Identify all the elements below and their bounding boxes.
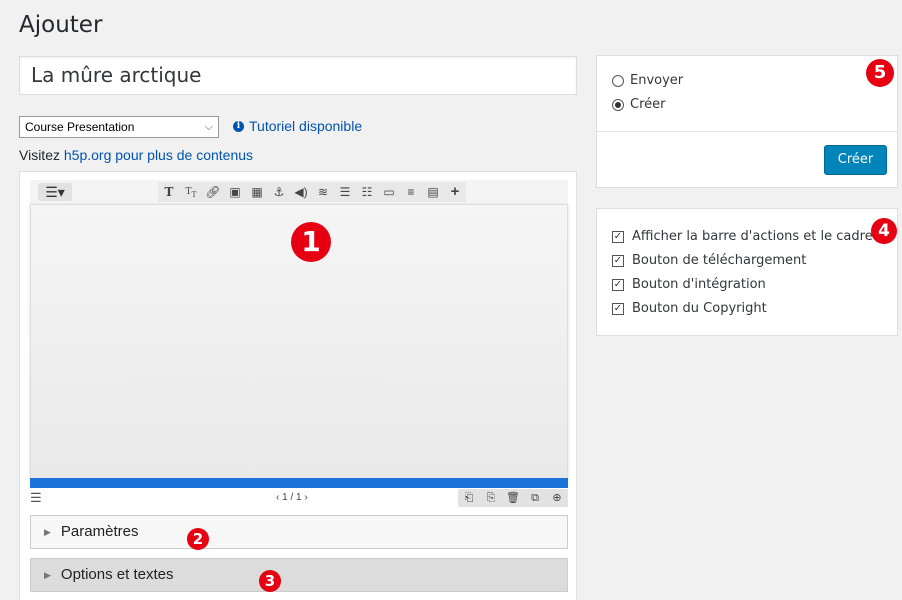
checkbox[interactable]: ✓ bbox=[612, 254, 624, 267]
text-icon[interactable]: T bbox=[158, 182, 180, 202]
callout-1: 1 bbox=[291, 222, 331, 262]
slide-footer: ☰ ‹ 1 / 1 › ⎗ ⎘ 🗑︎ ⧉ ⊕ bbox=[30, 488, 568, 510]
single-choice-icon[interactable]: ☰ bbox=[334, 182, 356, 202]
tutorial-label: Tutoriel disponible bbox=[249, 118, 363, 134]
table-icon[interactable]: ≡ bbox=[400, 182, 422, 202]
page-title: Ajouter bbox=[19, 12, 103, 38]
dialog-cards-icon[interactable]: ▭ bbox=[378, 182, 400, 202]
delete-icon[interactable]: 🗑︎ bbox=[502, 489, 524, 507]
video-icon[interactable]: ▦ bbox=[246, 182, 268, 202]
link-icon[interactable]: 🔗︎ bbox=[202, 182, 224, 202]
caret-right-icon: ▶ bbox=[44, 570, 51, 580]
check-label: Bouton de téléchargement bbox=[632, 253, 807, 268]
create-button[interactable]: Créer bbox=[824, 145, 887, 175]
slide-menu-icon[interactable]: ☰ bbox=[30, 490, 42, 506]
multiple-choice-icon[interactable]: ☷ bbox=[356, 182, 378, 202]
clone-icon[interactable]: ⧉ bbox=[524, 489, 546, 507]
radio-send[interactable] bbox=[612, 74, 624, 87]
params-label: Paramètres bbox=[60, 523, 139, 540]
h5p-link[interactable]: h5p.org pour plus de contenus bbox=[64, 147, 253, 163]
callout-5: 5 bbox=[866, 59, 894, 87]
post-title-input[interactable]: La mûre arctique bbox=[19, 56, 577, 95]
image-icon[interactable]: ▣ bbox=[224, 182, 246, 202]
radio-send-label: Envoyer bbox=[630, 73, 684, 88]
params-section[interactable]: ▶ Paramètres bbox=[30, 515, 568, 549]
check-label: Bouton du Copyright bbox=[632, 301, 767, 316]
check-row[interactable]: ✓ Bouton du Copyright bbox=[612, 301, 767, 316]
options-label: Options et textes bbox=[60, 566, 174, 583]
editor-workspace: ☰▾ T TT 🔗︎ ▣ ▦ ⚓︎ ◀) ≋ ☰ ☷ ▭ ≡ ▤ + ☰ ‹ 1 bbox=[30, 180, 568, 507]
radio-create-row[interactable]: Créer bbox=[612, 97, 665, 112]
summary-icon[interactable]: ≋ bbox=[312, 182, 334, 202]
audio-icon[interactable]: ◀) bbox=[290, 182, 312, 202]
slide-progress-bar bbox=[30, 478, 568, 488]
radio-create-label: Créer bbox=[630, 97, 666, 112]
visit-prefix: Visitez bbox=[19, 147, 64, 163]
checkbox[interactable]: ✓ bbox=[612, 302, 624, 315]
content-type-value: Course Presentation bbox=[25, 120, 135, 134]
content-type-select[interactable]: Course Presentation ⌵ bbox=[19, 116, 219, 138]
caret-right-icon: ▶ bbox=[44, 527, 51, 537]
check-label: Afficher la barre d'actions et le cadre bbox=[632, 229, 873, 244]
checkbox[interactable]: ✓ bbox=[612, 230, 624, 243]
action-radios: Envoyer Créer bbox=[597, 56, 897, 132]
options-section[interactable]: ▶ Options et textes bbox=[30, 558, 568, 592]
fill-blanks-icon[interactable]: ▤ bbox=[422, 182, 444, 202]
more-icon[interactable]: + bbox=[444, 182, 466, 202]
go-to-slide-icon[interactable]: TT bbox=[180, 182, 202, 202]
move-right-icon[interactable]: ⎘ bbox=[480, 489, 502, 507]
add-slide-icon[interactable]: ⊕ bbox=[546, 489, 568, 507]
check-row[interactable]: ✓ Bouton d'intégration bbox=[612, 277, 766, 292]
visit-line: Visitez h5p.org pour plus de contenus bbox=[19, 147, 253, 163]
callout-3: 3 bbox=[259, 570, 281, 592]
publish-box: Envoyer Créer Créer bbox=[596, 55, 898, 188]
radio-create[interactable] bbox=[612, 98, 624, 111]
content-tools: T TT 🔗︎ ▣ ▦ ⚓︎ ◀) ≋ ☰ ☷ ▭ ≡ ▤ + bbox=[158, 182, 466, 202]
menu-icon[interactable]: ☰▾ bbox=[38, 183, 72, 201]
info-icon: i bbox=[233, 120, 244, 132]
check-row[interactable]: ✓ Bouton de téléchargement bbox=[612, 253, 806, 268]
chevron-down-icon: ⌵ bbox=[204, 121, 213, 133]
callout-2: 2 bbox=[187, 528, 209, 550]
move-left-icon[interactable]: ⎗ bbox=[458, 489, 480, 507]
checkbox[interactable]: ✓ bbox=[612, 278, 624, 291]
slide-pager[interactable]: ‹ 1 / 1 › bbox=[276, 492, 308, 503]
radio-send-row[interactable]: Envoyer bbox=[612, 73, 683, 88]
editor-toolbar: ☰▾ T TT 🔗︎ ▣ ▦ ⚓︎ ◀) ≋ ☰ ☷ ▭ ≡ ▤ + bbox=[30, 180, 568, 204]
check-label: Bouton d'intégration bbox=[632, 277, 766, 292]
display-options-box: ✓ Afficher la barre d'actions et le cadr… bbox=[596, 208, 898, 336]
check-row[interactable]: ✓ Afficher la barre d'actions et le cadr… bbox=[612, 229, 873, 244]
callout-4: 4 bbox=[871, 218, 897, 244]
slide-tools: ⎗ ⎘ 🗑︎ ⧉ ⊕ bbox=[458, 489, 568, 507]
tutorial-link[interactable]: i Tutoriel disponible bbox=[233, 118, 362, 134]
anchor-icon[interactable]: ⚓︎ bbox=[268, 182, 290, 202]
